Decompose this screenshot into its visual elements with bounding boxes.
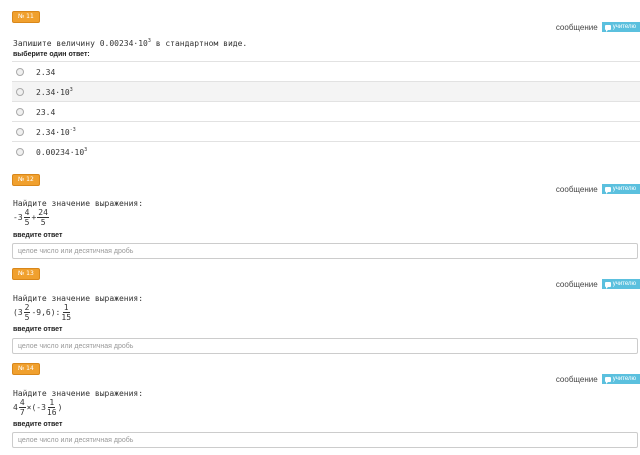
message-teacher-button[interactable]: учителю [601, 374, 640, 384]
teacher-label: учителю [612, 376, 636, 382]
message-teacher-button[interactable]: учителю [601, 279, 640, 289]
radio-button[interactable] [16, 127, 24, 136]
answer-option[interactable]: 23.4 [12, 101, 640, 121]
question-text: Найдите значение выражения: [13, 294, 144, 303]
message-teacher-q4[interactable]: сообщение учителю [556, 374, 640, 384]
question-number-badge: № 13 [12, 268, 40, 280]
option-label: 2.34·10-3 [36, 126, 76, 137]
message-teacher-q2[interactable]: сообщение учителю [556, 184, 640, 194]
message-label: сообщение [555, 279, 598, 289]
teacher-label: учителю [612, 24, 636, 30]
option-label: 23.4 [36, 107, 56, 117]
answer-hint: введите ответ [13, 232, 63, 239]
teacher-label: учителю [612, 186, 636, 192]
answer-input[interactable]: целое число или десятичная дробь [12, 432, 638, 448]
answer-input[interactable]: целое число или десятичная дробь [12, 243, 638, 259]
option-label: 0.00234·103 [36, 146, 88, 157]
math-expression: -3 45 + 24 5 [13, 208, 49, 227]
message-label: сообщение [555, 184, 598, 194]
question-number-badge: № 14 [12, 363, 40, 375]
answer-option[interactable]: 2.34 [12, 61, 640, 81]
message-label: сообщение [555, 22, 598, 32]
answer-hint: введите ответ [13, 326, 63, 333]
answer-hint: введите ответ [13, 421, 63, 428]
speech-bubble-icon [604, 186, 611, 194]
question-number-badge: № 11 [12, 11, 40, 23]
answer-option[interactable]: 2.34·103 [12, 81, 640, 101]
radio-button[interactable] [16, 147, 24, 156]
radio-button[interactable] [16, 67, 24, 76]
message-teacher-q1[interactable]: сообщение учителю [556, 22, 640, 32]
speech-bubble-icon [604, 24, 611, 32]
math-expression: 4 47 ×(-3 1 16 ) [13, 398, 63, 417]
radio-button[interactable] [16, 87, 24, 96]
teacher-label: учителю [612, 281, 636, 287]
speech-bubble-icon [604, 281, 611, 289]
message-label: сообщение [555, 374, 598, 384]
question-text: Запишите величину 0.00234·103 в стандарт… [13, 38, 248, 48]
option-label: 2.34 [36, 67, 56, 77]
radio-button[interactable] [16, 107, 24, 116]
message-teacher-button[interactable]: учителю [601, 184, 640, 194]
message-teacher-button[interactable]: учителю [601, 22, 640, 32]
option-label: 2.34·103 [36, 86, 73, 97]
message-teacher-q3[interactable]: сообщение учителю [556, 279, 640, 289]
question-text: Найдите значение выражения: [13, 389, 144, 398]
answer-hint: выберите один ответ: [13, 51, 90, 58]
answer-option[interactable]: 0.00234·103 [12, 141, 640, 161]
question-text: Найдите значение выражения: [13, 199, 144, 208]
answer-input[interactable]: целое число или десятичная дробь [12, 338, 638, 354]
speech-bubble-icon [604, 376, 611, 384]
math-expression: (3 25 -9,6): 1 15 [13, 303, 72, 322]
question-number-badge: № 12 [12, 174, 40, 186]
answer-option[interactable]: 2.34·10-3 [12, 121, 640, 141]
